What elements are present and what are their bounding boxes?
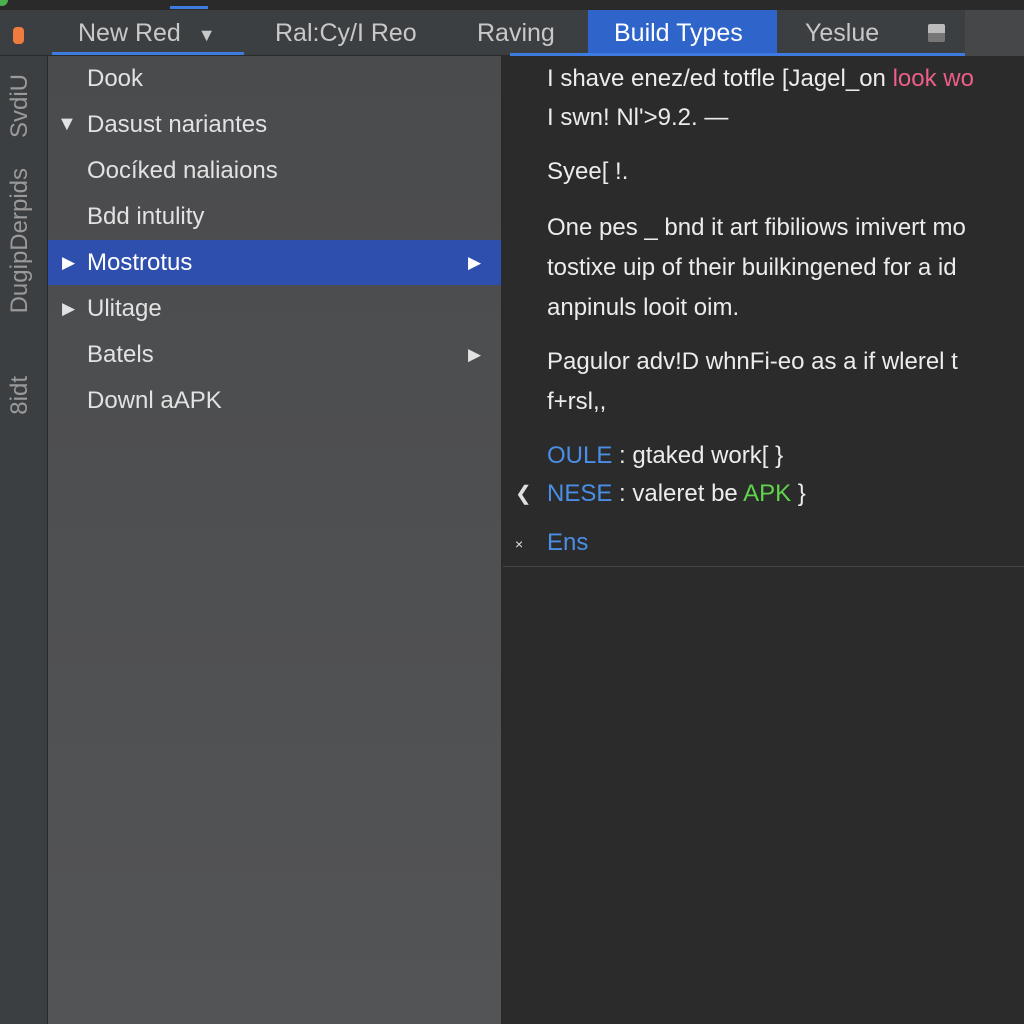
tree-item-selected[interactable]: ▶ Mostrotus ▶ — [48, 240, 501, 285]
tab-underline — [52, 52, 244, 55]
tree-item[interactable]: Downl aAPK — [48, 378, 501, 423]
submenu-arrow-icon: ▶ — [468, 345, 482, 364]
tree-item[interactable]: Bdd intulity — [48, 194, 501, 239]
side-tab-3[interactable]: 8idt — [6, 376, 34, 415]
settings-icon[interactable] — [928, 24, 945, 42]
expand-right-icon[interactable]: ▶ — [62, 286, 75, 331]
text-line: Pagulor adv!D whnFi-eo as a if wlerel t — [547, 348, 958, 375]
description-panel: I shave enez/ed totfle [Jagel_on look wo… — [503, 56, 1024, 1024]
text-line: Syee[ !. — [547, 158, 629, 185]
tree-item[interactable]: Dook — [48, 56, 501, 101]
tree-item[interactable]: Batels ▶ — [48, 332, 501, 377]
tab-raving[interactable]: Raving — [477, 10, 555, 56]
tree-item-label: Oocíked naliaions — [87, 157, 278, 184]
expand-down-icon[interactable]: ▼ — [57, 102, 77, 147]
side-tool-strip: SvdiU DugipDerpids 8idt — [0, 56, 48, 1024]
tree-item[interactable]: ▼ Dasust nariantes — [48, 102, 501, 147]
divider — [503, 566, 1024, 567]
side-tab-2[interactable]: DugipDerpids — [6, 168, 34, 313]
project-tree: Dook ▼ Dasust nariantes Oocíked naliaions… — [48, 56, 503, 1024]
tab-bar: New Red ▼ Ral:Cy/I Reo Raving Build Type… — [0, 10, 1024, 56]
tree-item-label: Mostrotus — [87, 249, 193, 276]
expand-right-icon[interactable]: ▶ — [62, 240, 75, 285]
tree-item[interactable]: ▶ Ulitage — [48, 286, 501, 331]
submenu-arrow-icon: ▶ — [468, 253, 482, 272]
code-line: Ens — [547, 529, 589, 556]
active-indicator — [170, 6, 208, 9]
tree-item-label: Dasust nariantes — [87, 111, 268, 138]
title-strip — [0, 0, 1024, 10]
tree-item-label: Downl aAPK — [87, 387, 222, 414]
text-line: I shave enez/ed totfle [Jagel_on look wo — [547, 65, 974, 92]
close-icon[interactable]: × — [515, 536, 523, 552]
code-line: NESE : valeret be APK } — [547, 480, 806, 507]
text-line: I swn! Nl'>9.2. — — [547, 104, 729, 131]
tree-item-label: Dook — [87, 65, 144, 92]
tree-item-label: Ulitage — [87, 295, 162, 322]
tab-label: New Red — [78, 19, 181, 47]
tree-item[interactable]: Oocíked naliaions — [48, 148, 501, 193]
toolbar-spacer — [965, 10, 1024, 56]
text-line: One pes _ bnd it art fibiliows imivert m… — [547, 214, 966, 241]
window-dot-icon[interactable] — [0, 0, 8, 6]
tab-new-red[interactable]: New Red ▼ — [78, 10, 216, 56]
tree-item-label: Bdd intulity — [87, 203, 205, 230]
run-status-icon[interactable] — [13, 27, 24, 44]
tab-yeslue[interactable]: Yeslue — [805, 10, 879, 56]
code-line: OULE : gtaked work[ } — [547, 442, 784, 469]
text-line: f+rsl,, — [547, 388, 607, 415]
tab-ralcy[interactable]: Ral:Cy/I Reo — [275, 10, 417, 56]
collapse-left-icon[interactable]: ❮ — [515, 481, 532, 506]
tab-build-types[interactable]: Build Types — [588, 10, 777, 56]
text-line: tostixe uip of their builkingened for a … — [547, 254, 957, 281]
chevron-down-icon: ▼ — [197, 25, 216, 45]
tree-item-label: Batels — [87, 341, 154, 368]
link-text[interactable]: look wo — [893, 65, 974, 92]
side-tab-1[interactable]: SvdiU — [6, 74, 34, 138]
text-line: anpinuls looit oim. — [547, 294, 740, 321]
